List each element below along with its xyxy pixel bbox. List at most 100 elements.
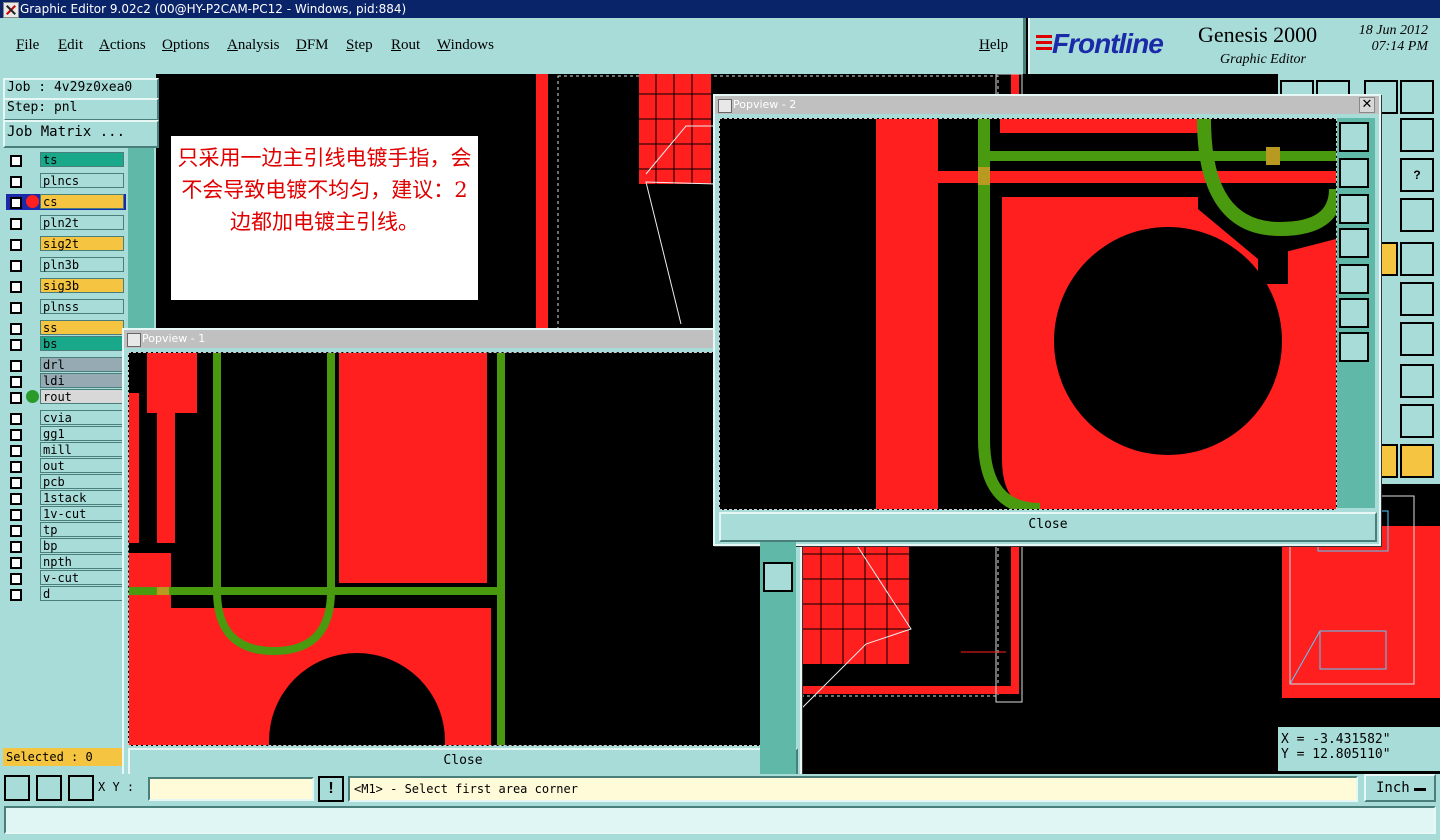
measure-icon[interactable]: [36, 775, 62, 801]
layer-checkbox[interactable]: [10, 197, 22, 209]
layer-checkbox[interactable]: [10, 339, 22, 351]
layer-checkbox[interactable]: [10, 239, 22, 251]
layer-row-d[interactable]: d: [6, 586, 126, 602]
annotation-note: 只采用一边主引线电镀手指，会不会导致电镀不均匀，建议：2边都加电镀主引线。: [171, 136, 478, 300]
layer-row-rout[interactable]: rout: [6, 389, 126, 405]
layer-row-mill[interactable]: mill: [6, 442, 126, 458]
layer-row-pcb[interactable]: pcb: [6, 474, 126, 490]
xy-input[interactable]: [148, 777, 314, 801]
layer-row-v-cut[interactable]: v-cut: [6, 570, 126, 586]
layer-row-sig2t[interactable]: sig2t: [6, 236, 126, 252]
menu-edit[interactable]: Edit: [58, 37, 83, 54]
layer-checkbox[interactable]: [10, 461, 22, 473]
zoom-window-icon[interactable]: [1339, 122, 1369, 152]
popview-icon: [127, 333, 141, 347]
prompt-message: <M1> - Select first area corner: [348, 776, 1358, 802]
layer-checkbox[interactable]: [10, 413, 22, 425]
menu-dfm[interactable]: DFM: [296, 37, 329, 54]
command-line[interactable]: [4, 806, 1436, 834]
popview-1-canvas[interactable]: [128, 352, 762, 746]
tool-ff-icon[interactable]: [1400, 322, 1434, 356]
layer-row-npth[interactable]: npth: [6, 554, 126, 570]
layer-row-gg1[interactable]: gg1: [6, 426, 126, 442]
step-name: Step: pnl: [3, 98, 159, 121]
layer-row-bs[interactable]: bs: [6, 336, 126, 352]
menu-rout[interactable]: Rout: [391, 37, 420, 54]
pan-up-icon[interactable]: [1339, 158, 1369, 188]
layer-row-plncs[interactable]: plncs: [6, 173, 126, 189]
layer-checkbox[interactable]: [10, 541, 22, 553]
layer-row-ss[interactable]: ss: [6, 320, 126, 336]
layer-checkbox[interactable]: [10, 218, 22, 230]
tool-angle-icon[interactable]: [1400, 404, 1434, 438]
pan-right-icon[interactable]: [1339, 264, 1369, 294]
layer-checkbox[interactable]: [10, 360, 22, 372]
layer-checkbox[interactable]: [10, 589, 22, 601]
layer-checkbox[interactable]: [10, 557, 22, 569]
layer-checkbox[interactable]: [10, 509, 22, 521]
close-icon[interactable]: ✕: [1359, 97, 1375, 113]
layer-name: pln3b: [40, 257, 124, 272]
cursor-coordinates: X = -3.431582" Y = 12.805110": [1278, 727, 1440, 771]
layer-row-1stack[interactable]: 1stack: [6, 490, 126, 506]
zoom-area-icon[interactable]: [4, 775, 30, 801]
zoom-in-icon[interactable]: [1339, 332, 1369, 362]
zoom-fit-icon[interactable]: [763, 562, 793, 592]
zoom-out-icon[interactable]: [1339, 298, 1369, 328]
menu-windows[interactable]: Windows: [437, 37, 494, 54]
pan-left-icon[interactable]: [1339, 228, 1369, 258]
menu-options[interactable]: Options: [162, 37, 210, 54]
alert-icon[interactable]: !: [318, 776, 344, 802]
layer-name: 1v-cut: [40, 506, 124, 521]
menu-help[interactable]: Help: [979, 37, 1008, 54]
layer-row-out[interactable]: out: [6, 458, 126, 474]
popview-1-title: Popview - 1: [142, 332, 206, 345]
tool-connect-icon[interactable]: [1400, 198, 1434, 232]
layer-checkbox[interactable]: [10, 573, 22, 585]
layer-row-cvia[interactable]: cvia: [6, 410, 126, 426]
menu-actions[interactable]: Actions: [99, 37, 146, 54]
tool-layout-icon[interactable]: [1400, 80, 1434, 114]
layer-checkbox[interactable]: [10, 429, 22, 441]
layer-row-1v-cut[interactable]: 1v-cut: [6, 506, 126, 522]
tool-route-icon[interactable]: [1400, 118, 1434, 152]
layer-row-drl[interactable]: drl: [6, 357, 126, 373]
popview-2-canvas[interactable]: [719, 118, 1337, 510]
layer-checkbox[interactable]: [10, 493, 22, 505]
grid-icon[interactable]: [68, 775, 94, 801]
layer-checkbox[interactable]: [10, 445, 22, 457]
layer-checkbox[interactable]: [10, 323, 22, 335]
product-subtitle: Graphic Editor: [1220, 52, 1306, 67]
layer-checkbox[interactable]: [10, 176, 22, 188]
layer-checkbox[interactable]: [10, 260, 22, 272]
layer-row-tp[interactable]: tp: [6, 522, 126, 538]
menu-step[interactable]: Step: [346, 37, 373, 54]
tool-target-icon[interactable]: [1400, 242, 1434, 276]
layer-checkbox[interactable]: [10, 477, 22, 489]
popview-2-close-button[interactable]: Close: [719, 512, 1377, 542]
layer-checkbox[interactable]: [10, 376, 22, 388]
tool-pads-icon[interactable]: [1400, 364, 1434, 398]
menu-file[interactable]: File: [16, 37, 39, 54]
layer-row-sig3b[interactable]: sig3b: [6, 278, 126, 294]
layer-checkbox[interactable]: [10, 525, 22, 537]
units-dropdown[interactable]: Inch: [1364, 774, 1436, 802]
layer-row-ts[interactable]: ts: [6, 152, 126, 168]
tool-measure-icon[interactable]: [1400, 282, 1434, 316]
menu-analysis[interactable]: Analysis: [227, 37, 280, 54]
tool-pointer-icon[interactable]: [1400, 444, 1434, 478]
layer-row-ldi[interactable]: ldi: [6, 373, 126, 389]
job-matrix-button[interactable]: Job Matrix ...: [3, 120, 159, 148]
layer-checkbox[interactable]: [10, 281, 22, 293]
layer-row-pln3b[interactable]: pln3b: [6, 257, 126, 273]
layer-row-cs[interactable]: cs: [6, 194, 126, 210]
layer-checkbox[interactable]: [10, 155, 22, 167]
pan-down-icon[interactable]: [1339, 194, 1369, 224]
layer-checkbox[interactable]: [10, 302, 22, 314]
help-question-icon[interactable]: ?: [1400, 158, 1434, 192]
layer-row-pln2t[interactable]: pln2t: [6, 215, 126, 231]
layer-checkbox[interactable]: [10, 392, 22, 404]
layer-row-plnss[interactable]: plnss: [6, 299, 126, 315]
layer-name: sig3b: [40, 278, 124, 293]
layer-row-bp[interactable]: bp: [6, 538, 126, 554]
